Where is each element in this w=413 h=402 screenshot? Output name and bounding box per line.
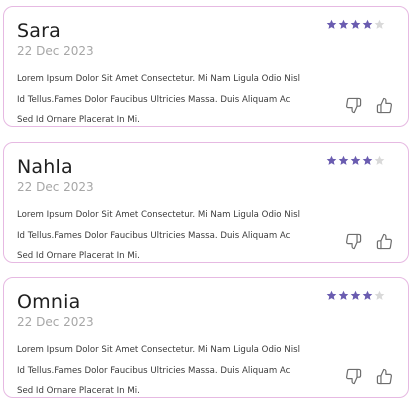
thumbs-up-icon[interactable] [376,368,393,385]
star-filled-icon [362,155,373,165]
reviews-list: Sara 22 Dec 2023 Lorem Ipsum Dolor Sit A… [0,0,413,401]
review-card: Omnia 22 Dec 2023 Lorem Ipsum Dolor Sit … [3,277,409,398]
review-text: Lorem Ipsum Dolor Sit Amet Consectetur. … [17,205,327,267]
star-filled-icon [362,290,373,300]
star-filled-icon [326,19,337,29]
star-filled-icon [326,155,337,165]
review-text-line: Sed Id Ornare Placerat In Mi. [17,115,140,125]
review-text: Lorem Ipsum Dolor Sit Amet Consectetur. … [17,69,327,131]
star-rating [326,155,385,166]
review-text-line: Id Tellus.Fames Dolor Faucibus Ultricies… [17,94,291,105]
thumbs-down-icon[interactable] [345,233,362,250]
review-date: 22 Dec 2023 [17,180,94,194]
star-filled-icon [338,155,349,165]
star-empty-icon [374,19,385,29]
review-text-line: Id Tellus.Fames Dolor Faucibus Ultricies… [17,365,291,376]
star-rating [326,290,385,301]
review-text-line: Id Tellus.Fames Dolor Faucibus Ultricies… [17,230,291,241]
star-filled-icon [338,19,349,29]
vote-buttons [345,233,393,250]
review-text-line: Lorem Ipsum Dolor Sit Amet Consectetur. … [17,210,300,220]
vote-buttons [345,368,393,385]
thumbs-down-icon[interactable] [345,368,362,385]
star-empty-icon [374,155,385,165]
review-text-line: Sed Id Ornare Placerat In Mi. [17,251,140,261]
star-filled-icon [350,155,361,165]
review-card: Sara 22 Dec 2023 Lorem Ipsum Dolor Sit A… [3,6,409,127]
star-filled-icon [362,19,373,29]
vote-buttons [345,97,393,114]
thumbs-up-icon[interactable] [376,97,393,114]
star-filled-icon [338,290,349,300]
star-rating [326,19,385,30]
review-text-line: Lorem Ipsum Dolor Sit Amet Consectetur. … [17,345,300,355]
review-text: Lorem Ipsum Dolor Sit Amet Consectetur. … [17,340,327,402]
review-date: 22 Dec 2023 [17,44,94,58]
thumbs-down-icon[interactable] [345,97,362,114]
review-text-line: Lorem Ipsum Dolor Sit Amet Consectetur. … [17,74,300,84]
star-filled-icon [350,290,361,300]
star-filled-icon [326,290,337,300]
star-empty-icon [374,290,385,300]
star-filled-icon [350,19,361,29]
review-text-line: Sed Id Ornare Placerat In Mi. [17,386,140,396]
review-card: Nahla 22 Dec 2023 Lorem Ipsum Dolor Sit … [3,142,409,263]
review-date: 22 Dec 2023 [17,315,94,329]
reviewer-name: Omnia [17,291,81,313]
thumbs-up-icon[interactable] [376,233,393,250]
reviewer-name: Nahla [17,156,73,178]
reviewer-name: Sara [17,20,61,42]
